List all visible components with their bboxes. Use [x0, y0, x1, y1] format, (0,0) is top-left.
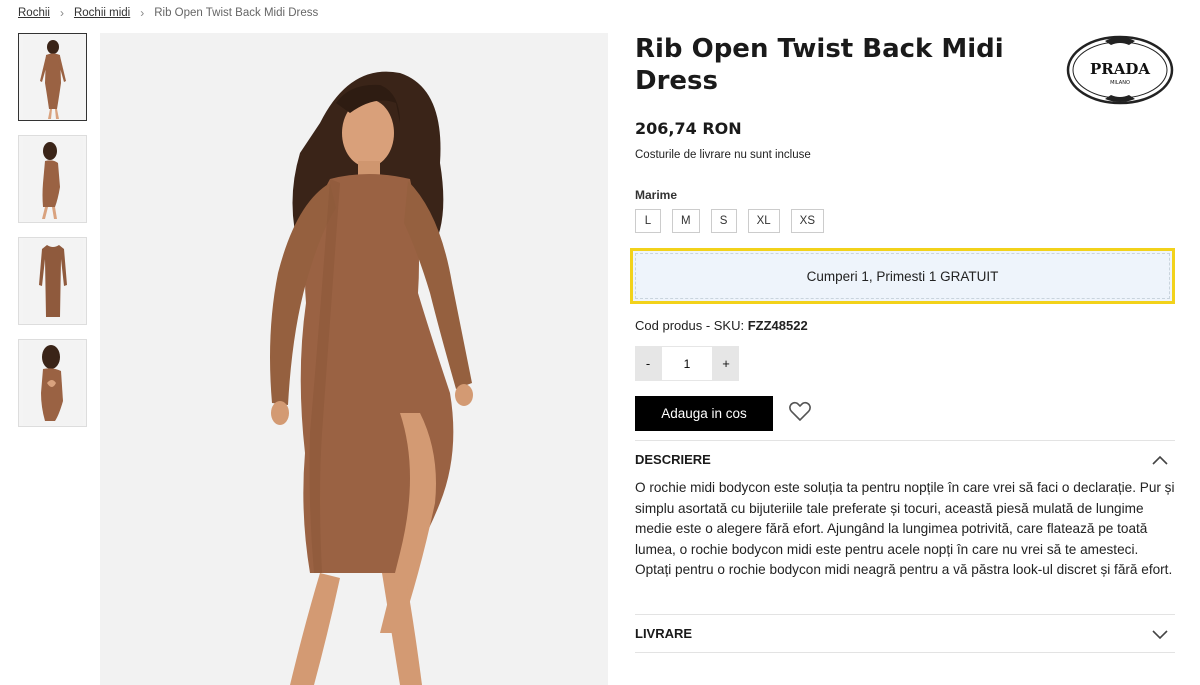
add-to-cart-button[interactable]: Adauga in cos — [635, 396, 773, 431]
sku-line: Cod produs - SKU: FZZ48522 — [635, 318, 808, 333]
heart-icon[interactable] — [788, 400, 812, 422]
main-product-image[interactable] — [100, 33, 608, 685]
divider — [635, 440, 1175, 441]
thumbnail-list — [18, 33, 87, 441]
chevron-right-icon: › — [59, 6, 64, 20]
shipping-note: Costurile de livrare nu sunt incluse — [635, 149, 811, 161]
sku-label: Cod produs - SKU: — [635, 318, 745, 333]
product-price: 206,74 RON — [635, 119, 742, 138]
size-button-xl[interactable]: XL — [747, 209, 780, 233]
breadcrumb-link-rochii-midi[interactable]: Rochii midi — [74, 7, 130, 19]
divider — [635, 652, 1175, 653]
svg-text:MILANO: MILANO — [1110, 80, 1130, 86]
thumbnail-side-view[interactable] — [18, 135, 87, 223]
thumbnail-front-view[interactable] — [18, 33, 87, 121]
size-label: Marime — [635, 188, 678, 202]
chevron-up-icon — [1152, 455, 1168, 465]
qty-increase-button[interactable]: + — [713, 346, 739, 381]
accordion-description-title: DESCRIERE — [635, 452, 711, 467]
size-button-xs[interactable]: XS — [790, 209, 825, 233]
chevron-down-icon — [1152, 629, 1168, 639]
breadcrumb-link-rochii[interactable]: Rochii — [18, 7, 50, 19]
size-button-m[interactable]: M — [672, 209, 700, 233]
svg-text:PRADA: PRADA — [1090, 60, 1150, 78]
size-selector: L M S XL XS — [635, 209, 1175, 233]
thumbnail-flat-view[interactable] — [18, 237, 87, 325]
brand-logo: PRADA MILANO — [1066, 35, 1174, 105]
size-button-s[interactable]: S — [710, 209, 737, 233]
accordion-delivery-header[interactable]: LIVRARE — [635, 626, 1175, 641]
promo-text: Cumperi 1, Primesti 1 GRATUIT — [806, 268, 999, 284]
product-info: Rib Open Twist Back Midi Dress PRADA MIL… — [630, 33, 1175, 653]
divider — [635, 614, 1175, 615]
thumbnail-back-view[interactable] — [18, 339, 87, 427]
chevron-right-icon: › — [140, 6, 145, 20]
breadcrumb: Rochii › Rochii midi › Rib Open Twist Ba… — [18, 6, 318, 20]
quantity-stepper: - + — [635, 346, 739, 381]
breadcrumb-current: Rib Open Twist Back Midi Dress — [154, 7, 319, 19]
promo-banner: Cumperi 1, Primesti 1 GRATUIT — [630, 248, 1175, 304]
product-title: Rib Open Twist Back Midi Dress — [635, 34, 1004, 96]
qty-input[interactable] — [661, 346, 713, 381]
description-text: O rochie midi bodycon este soluția ta pe… — [635, 480, 1175, 577]
accordion-delivery-title: LIVRARE — [635, 626, 693, 641]
qty-decrease-button[interactable]: - — [635, 346, 661, 381]
sku-value: FZZ48522 — [747, 318, 808, 333]
size-button-l[interactable]: L — [635, 209, 661, 233]
accordion-description-header[interactable]: DESCRIERE — [635, 452, 1175, 467]
